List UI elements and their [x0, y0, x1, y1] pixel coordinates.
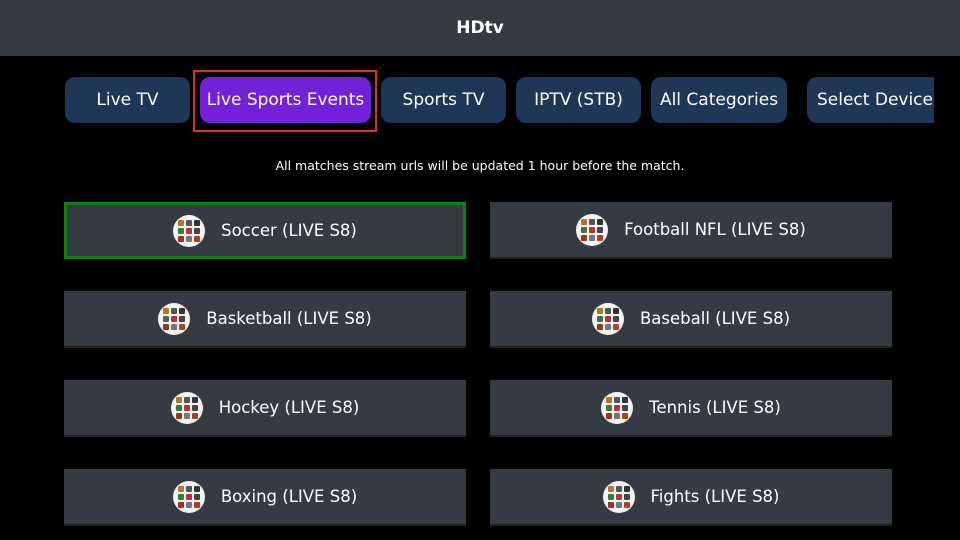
category-label: Boxing (LIVE S8)	[220, 487, 358, 506]
sports-collage-icon	[591, 302, 624, 335]
tab-iptv-stb[interactable]: IPTV (STB)	[516, 77, 641, 123]
app-title: HDtv	[456, 18, 504, 38]
tab-label: Sports TV	[402, 90, 485, 110]
sports-collage-icon	[173, 214, 206, 247]
tab-sports-tv[interactable]: Sports TV	[381, 77, 506, 123]
tab-label: Live Sports Events	[206, 90, 365, 110]
category-card[interactable]: Football NFL (LIVE S8)	[490, 202, 892, 259]
tab-select-device-type[interactable]: Select Device Type	[807, 77, 934, 123]
category-card[interactable]: Fights (LIVE S8)	[490, 469, 892, 526]
category-label: Fights (LIVE S8)	[650, 487, 780, 506]
notice-text: All matches stream urls will be updated …	[275, 158, 685, 173]
category-label: Basketball (LIVE S8)	[206, 309, 372, 328]
tab-all-categories[interactable]: All Categories	[651, 77, 787, 123]
category-card[interactable]: Soccer (LIVE S8)	[64, 202, 466, 259]
tab-label: IPTV (STB)	[534, 90, 623, 110]
category-label: Football NFL (LIVE S8)	[624, 220, 806, 239]
category-label: Soccer (LIVE S8)	[221, 221, 357, 240]
category-card[interactable]: Tennis (LIVE S8)	[490, 380, 892, 437]
tab-live-sports-events[interactable]: Live Sports Events	[200, 77, 371, 123]
category-card[interactable]: Baseball (LIVE S8)	[490, 291, 892, 348]
sports-collage-icon	[172, 480, 205, 513]
tab-label: Live TV	[96, 90, 159, 110]
category-card[interactable]: Boxing (LIVE S8)	[64, 469, 466, 526]
category-card[interactable]: Hockey (LIVE S8)	[64, 380, 466, 437]
sports-collage-icon	[602, 480, 635, 513]
sports-collage-icon	[576, 213, 609, 246]
tab-live-tv[interactable]: Live TV	[65, 77, 190, 123]
tab-label: Select Device Type	[817, 90, 934, 110]
tab-label: All Categories	[659, 90, 779, 110]
category-card[interactable]: Basketball (LIVE S8)	[64, 291, 466, 348]
category-label: Baseball (LIVE S8)	[639, 309, 791, 328]
sports-collage-icon	[601, 391, 634, 424]
category-label: Hockey (LIVE S8)	[218, 398, 360, 417]
category-label: Tennis (LIVE S8)	[649, 398, 781, 417]
sports-collage-icon	[158, 302, 191, 335]
sports-collage-icon	[170, 391, 203, 424]
title-bar: HDtv	[0, 0, 960, 56]
